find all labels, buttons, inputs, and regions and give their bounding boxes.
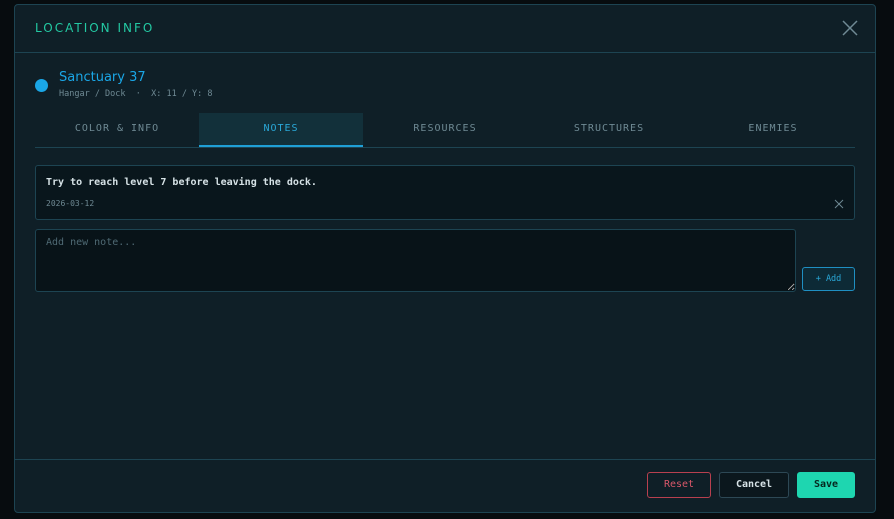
tab-resources[interactable]: RESOURCES [363, 113, 527, 147]
close-button[interactable] [839, 17, 861, 39]
location-color-dot [35, 79, 48, 92]
modal-footer: Reset Cancel Save [15, 459, 875, 512]
cancel-button[interactable]: Cancel [719, 472, 789, 498]
tab-enemies[interactable]: ENEMIES [691, 113, 855, 147]
delete-note-button[interactable] [834, 199, 844, 209]
note-text: Try to reach level 7 before leaving the … [46, 177, 317, 188]
add-note-button[interactable]: + Add [802, 267, 855, 291]
location-name: Sanctuary 37 [59, 70, 146, 85]
modal-title: LOCATION INFO [35, 21, 155, 35]
tab-notes[interactable]: NOTES [199, 113, 363, 147]
close-icon [834, 199, 844, 209]
note-date: 2026-03-12 [46, 199, 95, 208]
new-note-input[interactable] [35, 229, 796, 292]
close-icon [842, 20, 858, 36]
tab-structures[interactable]: STRUCTURES [527, 113, 691, 147]
location-info-modal: LOCATION INFO Sanctuary 37 Hangar / Dock… [14, 4, 876, 513]
save-button[interactable]: Save [797, 472, 855, 498]
tab-bar: COLOR & INFO NOTES RESOURCES STRUCTURES … [35, 113, 855, 148]
location-header: Sanctuary 37 Hangar / Dock · X: 11 / Y: … [35, 69, 855, 105]
location-meta: Hangar / Dock · X: 11 / Y: 8 [59, 89, 213, 99]
modal-header: LOCATION INFO [15, 5, 875, 53]
tab-color-info[interactable]: COLOR & INFO [35, 113, 199, 147]
reset-button[interactable]: Reset [647, 472, 711, 498]
note-item: Try to reach level 7 before leaving the … [35, 165, 855, 220]
